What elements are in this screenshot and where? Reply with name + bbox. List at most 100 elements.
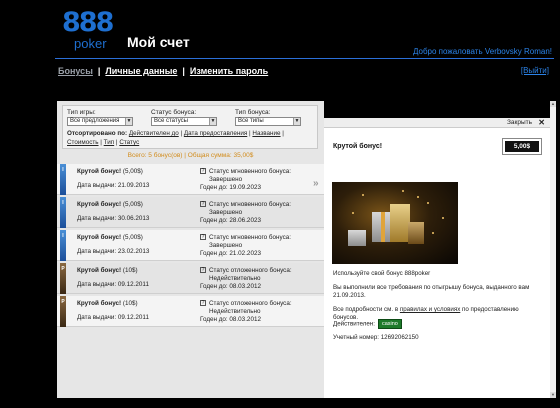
close-icon[interactable]: ✕ <box>538 118 545 127</box>
header: 888 poker Мой счет Добро пожаловать Verb… <box>0 0 560 60</box>
question-icon[interactable]: ? <box>200 300 206 306</box>
bonus-detail-panel: Закрыть ✕ Крутой бонус! 5,00$ Используйт… <box>324 118 550 398</box>
pending-bonus-strip: P <box>60 296 66 327</box>
nav-change-password-link[interactable]: Изменить пароль <box>190 66 268 76</box>
bonus-row[interactable]: I Крутой бонус! (5,00$) Дата выдачи: 21.… <box>57 164 324 195</box>
scrollbar[interactable]: ▲ ▼ <box>550 101 556 398</box>
nav-personal-data-link[interactable]: Личные данные <box>105 66 177 76</box>
bonus-issue-date: Дата выдачи: 23.02.2013 <box>77 248 150 255</box>
bonus-status: Статус отложенного бонуса: Недействитель… <box>209 300 292 315</box>
detail-valid-for: Действителен: casino <box>333 319 545 329</box>
bonus-valid-until: Годен до: 21.02.2023 <box>200 250 261 257</box>
nav-bonuses-link[interactable]: Бонусы <box>58 66 93 76</box>
detail-account-number: Учетный номер: 12692062150 <box>333 334 419 341</box>
sort-value-link[interactable]: Стоимость <box>67 139 99 146</box>
pending-bonus-strip: P <box>60 263 66 294</box>
bonus-issue-date: Дата выдачи: 09.12.2011 <box>77 314 149 321</box>
account-nav: Бонусы | Личные данные | Изменить пароль <box>58 66 268 76</box>
question-icon[interactable]: ? <box>200 168 206 174</box>
detail-amount-badge: 5,00$ <box>502 138 542 155</box>
filters-box: Тип игры: Все предложения ▼ Статус бонуса… <box>62 105 318 149</box>
bonus-row[interactable]: P Крутой бонус! (10$) Дата выдачи: 09.12… <box>57 263 324 294</box>
scroll-down-icon[interactable]: ▼ <box>550 392 556 398</box>
bonus-type-value: Все типы <box>238 118 264 124</box>
bonus-issue-date: Дата выдачи: 21.09.2013 <box>77 182 150 189</box>
bonus-status-label: Статус бонуса: <box>151 109 197 116</box>
gift-image <box>332 182 458 264</box>
game-type-value: Все предложения <box>70 118 120 124</box>
bonus-name: Крутой бонус! <box>77 267 122 274</box>
bonus-amount: (5,00$) <box>122 234 143 241</box>
bonus-status: Статус мгновенного бонуса: Завершено <box>209 168 291 183</box>
scroll-up-icon[interactable]: ▲ <box>550 101 556 107</box>
sort-separator: | <box>115 139 118 146</box>
sort-name-link[interactable]: Название <box>252 130 280 137</box>
welcome-text: Добро пожаловать Verbovsky Roman! <box>413 47 552 56</box>
bonus-amount: (5,00$) <box>122 168 143 175</box>
bonus-status: Статус мгновенного бонуса: Завершено <box>209 234 291 249</box>
bonus-list-panel: Тип игры: Все предложения ▼ Статус бонуса… <box>57 101 324 398</box>
bonus-sum: Общая сумма: 35,00$ <box>187 152 254 159</box>
instant-bonus-strip: I <box>60 197 66 228</box>
bonus-amount: (10$) <box>122 300 138 307</box>
instant-bonus-strip: I <box>60 230 66 261</box>
chevron-down-icon: ▼ <box>209 118 216 125</box>
detail-amount: 5,00$ <box>505 141 539 152</box>
bonus-status: Статус мгновенного бонуса: Завершено <box>209 201 291 216</box>
game-type-select[interactable]: Все предложения ▼ <box>67 117 133 126</box>
sort-separator: | <box>249 130 251 137</box>
bonus-row[interactable]: I Крутой бонус! (5,00$) Дата выдачи: 23.… <box>57 230 324 261</box>
totals-bar: Всего: 5 бонус(ов) | Общая сумма: 35,00$ <box>127 152 254 159</box>
bonus-row[interactable]: P Крутой бонус! (10$) Дата выдачи: 09.12… <box>57 296 324 327</box>
detail-wager-text: Вы выполнили все требования по отыгрышу … <box>333 284 530 299</box>
sort-type-link[interactable]: Тип <box>104 139 115 146</box>
bonus-name: Крутой бонус! <box>77 300 122 307</box>
bonus-valid-until: Годен до: 08.03.2012 <box>200 316 261 323</box>
chevron-down-icon: ▼ <box>293 118 300 125</box>
terms-link[interactable]: правилах и условиях <box>400 306 460 313</box>
sort-separator: | <box>180 130 183 137</box>
bonus-valid-until: Годен до: 19.09.2023 <box>200 184 261 191</box>
logo-word: poker <box>74 36 107 51</box>
logout-link[interactable]: [Выйти] <box>521 66 549 75</box>
bonus-status-value: Все статусы <box>154 118 188 124</box>
bonus-count: Всего: 5 бонус(ов) <box>127 152 183 159</box>
logo-number: 888 <box>62 7 114 38</box>
sort-label: Отсортировано по: <box>67 130 128 137</box>
sort-bar: Отсортировано по: Действителен до | Дата… <box>67 129 317 147</box>
bonus-issue-date: Дата выдачи: 09.12.2011 <box>77 281 149 288</box>
game-type-label: Тип игры: <box>67 109 96 116</box>
bonus-amount: (10$) <box>122 267 138 274</box>
question-icon[interactable]: ? <box>200 267 206 273</box>
question-icon[interactable]: ? <box>200 201 206 207</box>
sort-valid-until-link[interactable]: Действителен до <box>129 130 179 137</box>
sort-status-link[interactable]: Статус <box>119 139 139 146</box>
nav-separator: | <box>97 66 101 76</box>
bonus-type-select[interactable]: Все типы ▼ <box>235 117 301 126</box>
sort-issue-date-link[interactable]: Дата предоставления <box>184 130 247 137</box>
bonus-name: Крутой бонус! <box>77 234 122 241</box>
instant-bonus-strip: I <box>60 164 66 195</box>
selected-arrow-icon: » <box>313 178 319 189</box>
casino-badge: casino <box>377 319 402 329</box>
bonus-type-label: Тип бонуса: <box>235 109 271 116</box>
bonus-issue-date: Дата выдачи: 30.06.2013 <box>77 215 150 222</box>
bonus-valid-until: Годен до: 28.06.2023 <box>200 217 261 224</box>
header-divider <box>55 58 554 59</box>
detail-title: Крутой бонус! <box>333 143 383 150</box>
bonus-status: Статус отложенного бонуса: Недействитель… <box>209 267 292 282</box>
detail-close-bar: Закрыть ✕ <box>324 118 550 128</box>
888poker-logo[interactable]: 888 poker <box>62 7 114 52</box>
bonus-name: Крутой бонус! <box>77 201 122 208</box>
question-icon[interactable]: ? <box>200 234 206 240</box>
sort-separator: | <box>100 139 102 146</box>
bonus-name: Крутой бонус! <box>77 168 122 175</box>
bonus-status-select[interactable]: Все статусы ▼ <box>151 117 217 126</box>
close-link[interactable]: Закрыть <box>507 119 532 126</box>
chevron-down-icon: ▼ <box>125 118 132 125</box>
nav-separator: | <box>182 66 185 76</box>
bonus-amount: (5,00$) <box>122 201 143 208</box>
page-title: Мой счет <box>127 34 190 50</box>
detail-use-text: Используйте свой бонус 888poker <box>333 270 431 277</box>
bonus-row[interactable]: I Крутой бонус! (5,00$) Дата выдачи: 30.… <box>57 197 324 228</box>
